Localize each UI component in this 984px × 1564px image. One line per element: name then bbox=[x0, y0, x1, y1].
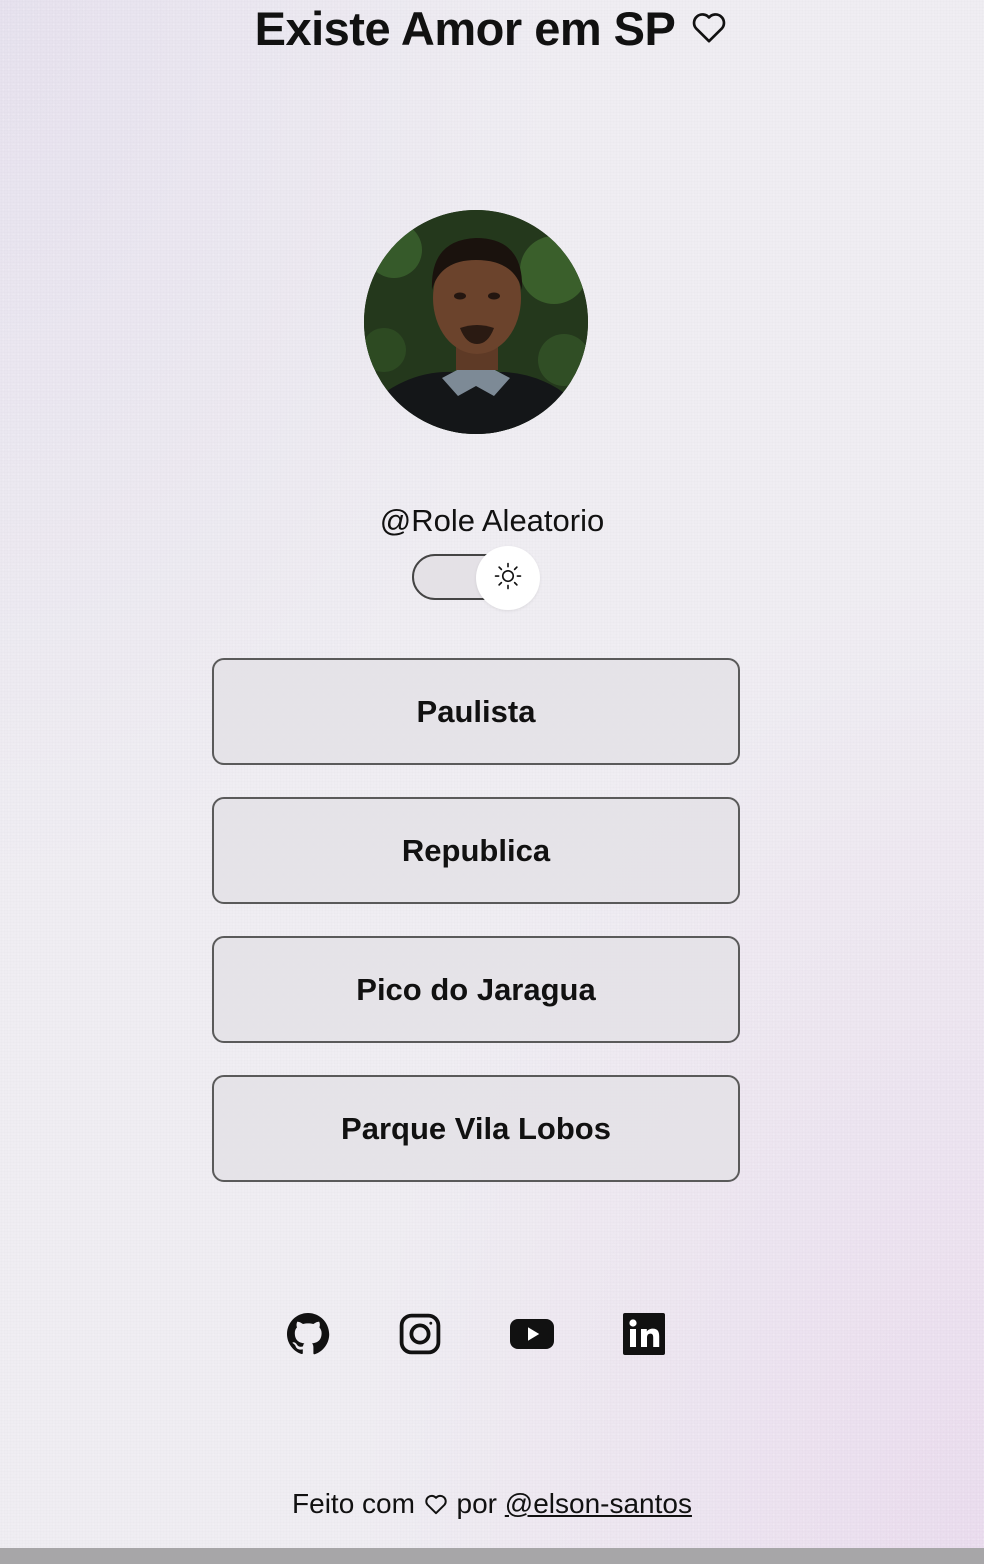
heart-icon bbox=[423, 1488, 449, 1528]
link-button-pico-do-jaragua[interactable]: Pico do Jaragua bbox=[212, 936, 740, 1043]
link-list: Paulista Republica Pico do Jaragua Parqu… bbox=[212, 658, 740, 1214]
avatar bbox=[364, 210, 588, 434]
page-title-text: Existe Amor em SP bbox=[254, 2, 676, 55]
bottom-bar bbox=[0, 1548, 984, 1564]
youtube-icon[interactable] bbox=[508, 1310, 556, 1358]
link-button-parque-vila-lobos[interactable]: Parque Vila Lobos bbox=[212, 1075, 740, 1182]
footer-prefix: Feito com bbox=[292, 1488, 415, 1519]
author-link[interactable]: @elson-santos bbox=[505, 1488, 692, 1519]
linkedin-icon[interactable] bbox=[620, 1310, 668, 1358]
github-icon[interactable] bbox=[284, 1310, 332, 1358]
instagram-icon[interactable] bbox=[396, 1310, 444, 1358]
footer: Feito com por @elson-santos bbox=[0, 1484, 984, 1528]
sun-icon bbox=[493, 561, 523, 596]
heart-icon bbox=[689, 2, 729, 60]
link-button-republica[interactable]: Republica bbox=[212, 797, 740, 904]
social-links bbox=[0, 1310, 984, 1358]
footer-middle: por bbox=[456, 1488, 497, 1519]
profile-handle: @Role Aleatorio bbox=[379, 503, 605, 538]
theme-toggle-knob[interactable] bbox=[476, 546, 540, 610]
link-button-paulista[interactable]: Paulista bbox=[212, 658, 740, 765]
page-title: Existe Amor em SP bbox=[0, 0, 984, 60]
